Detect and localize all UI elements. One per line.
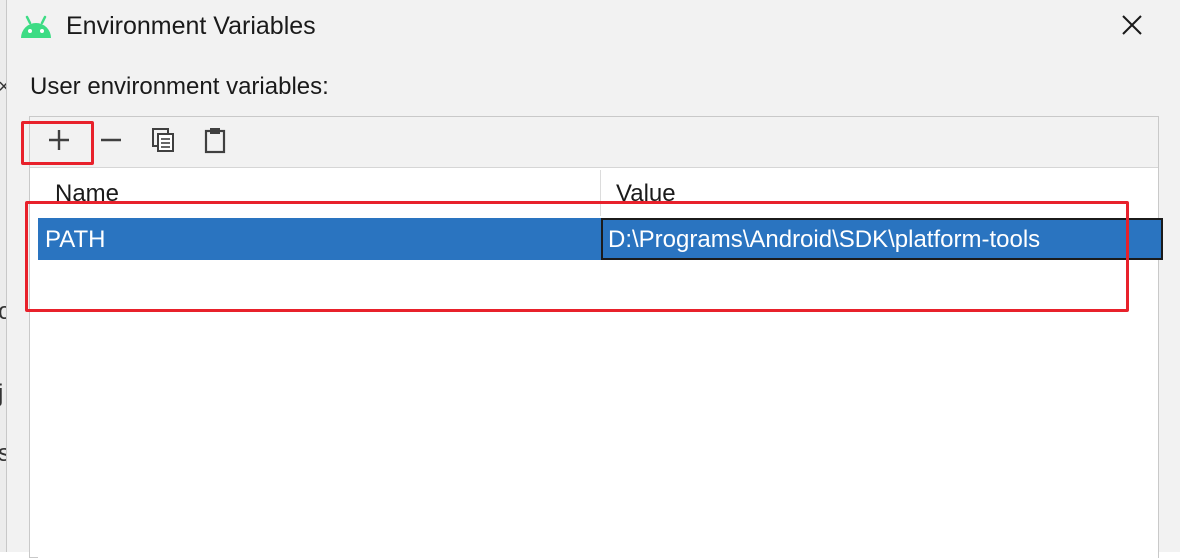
- background-glyph: j: [0, 380, 4, 407]
- toolbar: [30, 117, 1158, 168]
- column-divider[interactable]: [600, 170, 601, 216]
- title-bar[interactable]: Environment Variables: [7, 0, 1180, 54]
- variable-name-cell[interactable]: PATH: [45, 226, 105, 254]
- copy-variable-button[interactable]: [142, 123, 184, 161]
- paste-icon: [202, 126, 228, 159]
- close-button[interactable]: [1115, 11, 1149, 43]
- dialog-title: Environment Variables: [66, 12, 316, 40]
- variable-value-text: D:\Programs\Android\SDK\platform-tools: [608, 226, 1041, 253]
- remove-variable-button[interactable]: [90, 123, 132, 161]
- environment-variables-dialog: Environment Variables User environment v…: [6, 0, 1180, 558]
- variables-table: Name Value PATH D:\Programs\Android\SDK\…: [38, 168, 1163, 558]
- column-header-value[interactable]: Value: [616, 180, 676, 208]
- copy-icon: [150, 127, 176, 158]
- android-icon: [19, 14, 53, 40]
- plus-icon: [47, 128, 71, 157]
- section-label: User environment variables:: [30, 73, 329, 100]
- add-variable-button[interactable]: [38, 123, 80, 161]
- variables-panel: Name Value PATH D:\Programs\Android\SDK\…: [29, 116, 1163, 558]
- minus-icon: [99, 128, 123, 157]
- table-header: Name Value: [38, 168, 1158, 218]
- paste-variable-button[interactable]: [194, 123, 236, 161]
- close-icon: [1121, 14, 1143, 41]
- column-header-name[interactable]: Name: [55, 180, 119, 208]
- variable-value-cell[interactable]: D:\Programs\Android\SDK\platform-tools: [601, 218, 1163, 260]
- table-row[interactable]: PATH D:\Programs\Android\SDK\platform-to…: [38, 218, 1163, 260]
